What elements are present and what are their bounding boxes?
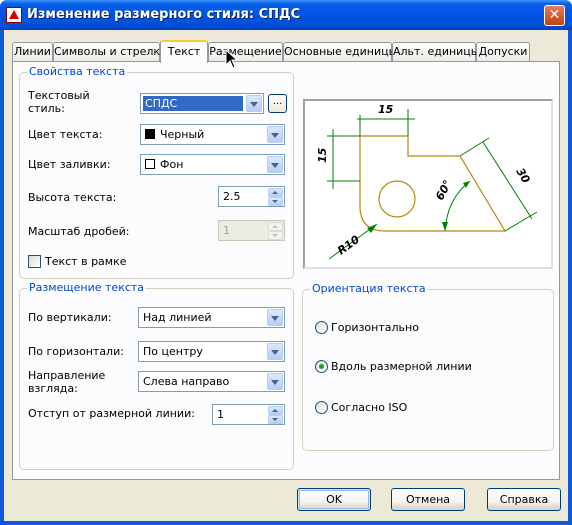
tab-primary-units[interactable]: Основные единицы [283, 42, 397, 61]
fraction-scale-value: 1 [223, 224, 230, 237]
tab-alternate-units[interactable]: Альт. единицы [392, 42, 480, 61]
text-orientation-legend: Ориентация текста [310, 282, 428, 295]
close-button[interactable]: ✕ [544, 5, 565, 26]
tab-tolerances[interactable]: Допуски [476, 42, 530, 61]
dim-angle-60: 60° [433, 178, 454, 202]
tab-label: Допуски [478, 45, 528, 58]
text-properties-group: Свойства текста Текстовый стиль: СПДС ..… [19, 65, 294, 279]
tab-label: Альт. единицы [393, 45, 480, 58]
orientation-horizontal-radio[interactable] [315, 321, 328, 334]
text-style-value: СПДС [145, 97, 178, 110]
help-button[interactable]: Справка [487, 488, 561, 511]
text-style-dropdown[interactable]: СПДС [140, 93, 264, 114]
title-bar[interactable]: Изменение размерного стиля: СПДС ✕ [0, 0, 572, 30]
view-direction-value: Слева направо [143, 375, 230, 388]
text-height-label: Высота текста: [28, 191, 117, 204]
preview-drawing: 15 15 30 60° R10 [316, 103, 538, 260]
chevron-down-icon[interactable] [267, 126, 283, 143]
offset-from-dim-line-label: Отступ от размерной линии: [28, 407, 195, 420]
cancel-button-label: Отмена [405, 493, 451, 506]
text-color-value-wrap: Черный [145, 128, 204, 141]
vertical-placement-value: Над линией [143, 311, 212, 324]
orientation-horizontal-label: Горизонтально [331, 321, 419, 334]
black-swatch-icon [145, 129, 155, 139]
tab-label: Размещение [209, 45, 282, 58]
dim-height-15: 15 [316, 147, 329, 163]
dimension-preview: 15 15 30 60° R10 [303, 99, 553, 269]
fill-color-label: Цвет заливки: [28, 158, 111, 171]
fraction-scale-spinner: 1 [218, 220, 285, 241]
horizontal-placement-dropdown[interactable]: По центру [138, 341, 285, 362]
tab-lines[interactable]: Линии [12, 42, 53, 61]
window-title: Изменение размерного стиля: СПДС [27, 7, 301, 22]
mouse-pointer-icon [225, 49, 239, 69]
background-swatch-icon [145, 159, 155, 169]
dialog-window: Изменение размерного стиля: СПДС ✕ Линии… [0, 0, 572, 525]
tab-label: Символы и стрелки [54, 45, 168, 58]
help-button-label: Справка [499, 493, 549, 506]
text-color-dropdown[interactable]: Черный [140, 124, 285, 145]
ok-button-label: OK [326, 493, 342, 506]
text-style-browse-button[interactable]: ... [268, 94, 287, 113]
part-outline [359, 135, 507, 232]
chevron-down-icon[interactable] [246, 95, 262, 112]
ellipsis-label: ... [272, 96, 283, 107]
chevron-down-icon[interactable] [267, 373, 283, 390]
part-hole [378, 180, 416, 218]
tab-label: Текст [167, 45, 201, 58]
text-style-label: Текстовый стиль: [28, 89, 90, 115]
close-icon: ✕ [548, 7, 561, 23]
spin-up-icon[interactable] [268, 406, 283, 415]
text-placement-group: Размещение текста По вертикали: Над лини… [19, 281, 294, 470]
orientation-iso-radio[interactable] [315, 401, 328, 414]
text-frame-label: Текст в рамке [45, 255, 127, 268]
view-direction-label: Направление взгляда: [28, 369, 106, 395]
fill-color-value-wrap: Фон [145, 158, 183, 171]
tab-symbols-arrows[interactable]: Символы и стрелки [53, 42, 167, 61]
spin-down-icon[interactable] [268, 415, 283, 424]
dialog-client: Линии Символы и стрелки Текст Размещение… [4, 30, 568, 521]
spin-down-icon [268, 231, 283, 240]
offset-value: 1 [217, 408, 224, 421]
offset-from-dim-line-spinner[interactable]: 1 [212, 404, 285, 425]
vertical-placement-label: По вертикали: [28, 311, 112, 324]
text-placement-legend: Размещение текста [27, 281, 147, 294]
text-color-value: Черный [160, 128, 205, 141]
chevron-down-icon[interactable] [267, 156, 283, 173]
fill-color-value: Фон [160, 158, 184, 171]
spin-down-icon[interactable] [268, 197, 283, 206]
dim-radius-r10: R10 [335, 233, 362, 258]
fraction-scale-label: Масштаб дробей: [28, 225, 130, 238]
horizontal-placement-label: По горизонтали: [28, 345, 124, 358]
horizontal-placement-value: По центру [143, 345, 203, 358]
dim-length-30: 30 [513, 166, 532, 186]
text-tab-page: Свойства текста Текстовый стиль: СПДС ..… [12, 61, 560, 480]
orientation-aligned-label: Вдоль размерной линии [331, 360, 472, 373]
tab-label: Линии [14, 45, 51, 58]
tab-label: Основные единицы [284, 45, 398, 58]
cancel-button[interactable]: Отмена [391, 488, 465, 511]
text-color-label: Цвет текста: [28, 128, 103, 141]
tab-fit[interactable]: Размещение [208, 42, 283, 61]
chevron-down-icon[interactable] [267, 309, 283, 326]
spin-up-icon [268, 222, 283, 231]
ok-button[interactable]: OK [297, 488, 371, 511]
fill-color-dropdown[interactable]: Фон [140, 154, 285, 175]
chevron-down-icon[interactable] [267, 343, 283, 360]
text-frame-checkbox[interactable] [28, 255, 41, 268]
autocad-app-icon [6, 7, 22, 23]
tab-text[interactable]: Текст [160, 40, 208, 63]
orientation-aligned-radio[interactable] [315, 360, 328, 373]
text-orientation-group: Ориентация текста Горизонтально Вдоль ра… [302, 282, 554, 451]
spin-up-icon[interactable] [268, 188, 283, 197]
vertical-placement-dropdown[interactable]: Над линией [138, 307, 285, 328]
text-properties-legend: Свойства текста [27, 65, 128, 78]
text-height-value: 2.5 [223, 190, 241, 203]
dim-width-15: 15 [378, 103, 394, 116]
view-direction-dropdown[interactable]: Слева направо [138, 371, 285, 392]
tab-strip: Линии Символы и стрелки Текст Размещение… [12, 40, 562, 63]
text-height-spinner[interactable]: 2.5 [218, 186, 285, 207]
orientation-iso-label: Согласно ISO [331, 401, 408, 414]
